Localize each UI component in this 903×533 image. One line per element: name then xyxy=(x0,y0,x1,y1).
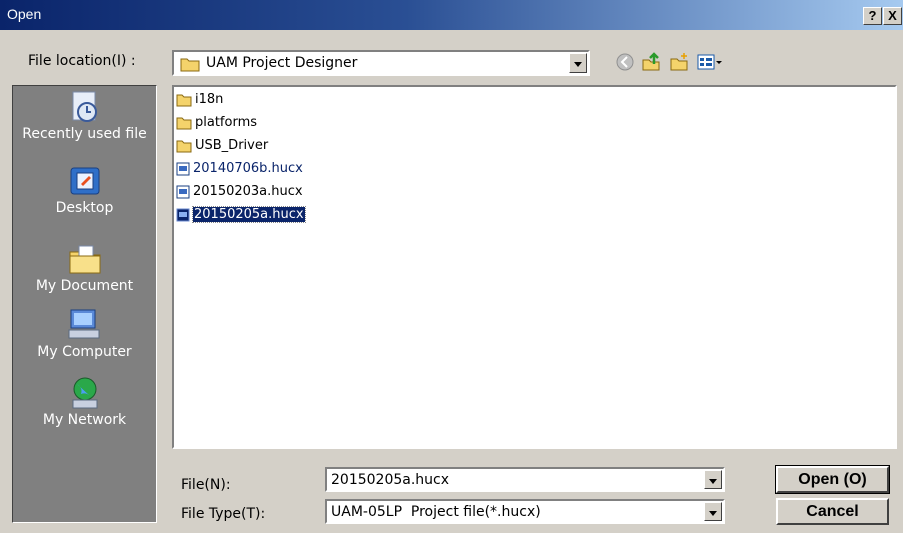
filetype-value: UAM-05LP Project file(*.hucx) xyxy=(331,504,541,520)
place-label: Desktop xyxy=(55,200,114,216)
open-button[interactable]: Open (O) xyxy=(775,465,890,494)
place-label: My Network xyxy=(42,412,127,428)
window-title: Open xyxy=(7,6,42,22)
new-folder-icon[interactable] xyxy=(668,52,690,74)
item-name: 20150205a.hucx xyxy=(192,206,306,223)
item-name: 20150203a.hucx xyxy=(193,184,303,199)
filename-value: 20150205a.hucx xyxy=(331,472,450,488)
close-button[interactable]: X xyxy=(883,7,902,25)
location-combo[interactable]: UAM Project Designer xyxy=(172,50,590,76)
filename-input[interactable]: 20150205a.hucx xyxy=(325,467,725,492)
item-name: platforms xyxy=(195,115,258,130)
places-bar: Recently used file Desktop My Document M… xyxy=(12,85,157,523)
desktop-icon xyxy=(70,167,99,195)
back-icon[interactable] xyxy=(614,52,636,74)
folder-icon xyxy=(176,94,192,106)
place-my-computer[interactable]: My Computer xyxy=(13,308,156,360)
location-value: UAM Project Designer xyxy=(206,55,358,71)
place-desktop[interactable]: Desktop xyxy=(13,164,156,216)
list-item[interactable]: 20150203a.hucx xyxy=(176,182,303,202)
place-recent[interactable]: Recently used file xyxy=(13,90,156,142)
list-item-selected[interactable]: 20150205a.hucx xyxy=(176,205,306,225)
list-item[interactable]: 20140706b.hucx xyxy=(176,159,303,179)
item-name: USB_Driver xyxy=(195,138,269,153)
up-folder-icon[interactable] xyxy=(640,52,662,74)
my-documents-icon xyxy=(69,245,100,274)
place-label: My Document xyxy=(35,278,134,294)
filetype-label: File Type(T): xyxy=(181,506,266,522)
folder-icon xyxy=(176,140,192,152)
hucx-file-icon xyxy=(176,162,190,175)
open-dialog: Open ? X File location(I) : UAM Project … xyxy=(0,0,903,533)
item-name: i18n xyxy=(195,92,224,107)
network-icon xyxy=(72,377,97,409)
folder-icon xyxy=(180,58,200,72)
file-list[interactable]: i18n platforms USB_Driver 20140706b.hucx… xyxy=(172,85,897,449)
list-item[interactable]: platforms xyxy=(176,113,257,133)
recent-files-icon xyxy=(72,91,97,122)
filetype-dropdown-arrow[interactable] xyxy=(704,502,722,521)
hucx-file-icon xyxy=(176,208,190,221)
my-computer-icon xyxy=(68,309,99,339)
place-label: My Computer xyxy=(37,344,132,360)
location-dropdown-arrow[interactable] xyxy=(569,53,587,73)
folder-icon xyxy=(176,117,192,129)
filename-dropdown-arrow[interactable] xyxy=(704,470,722,489)
filetype-select[interactable]: UAM-05LP Project file(*.hucx) xyxy=(325,499,725,524)
list-item[interactable]: USB_Driver xyxy=(176,136,268,156)
location-label: File location(I) : xyxy=(28,53,136,69)
title-bar[interactable]: Open ? X xyxy=(0,0,903,30)
help-button[interactable]: ? xyxy=(863,7,882,25)
place-my-network[interactable]: My Network xyxy=(13,376,156,428)
list-item[interactable]: i18n xyxy=(176,90,223,110)
filename-label: File(N): xyxy=(181,477,231,493)
cancel-button[interactable]: Cancel xyxy=(776,498,889,525)
view-menu-icon[interactable] xyxy=(696,52,724,74)
item-name: 20140706b.hucx xyxy=(193,161,303,176)
hucx-file-icon xyxy=(176,185,190,198)
place-label: Recently used file xyxy=(22,126,147,142)
place-my-document[interactable]: My Document xyxy=(13,242,156,294)
